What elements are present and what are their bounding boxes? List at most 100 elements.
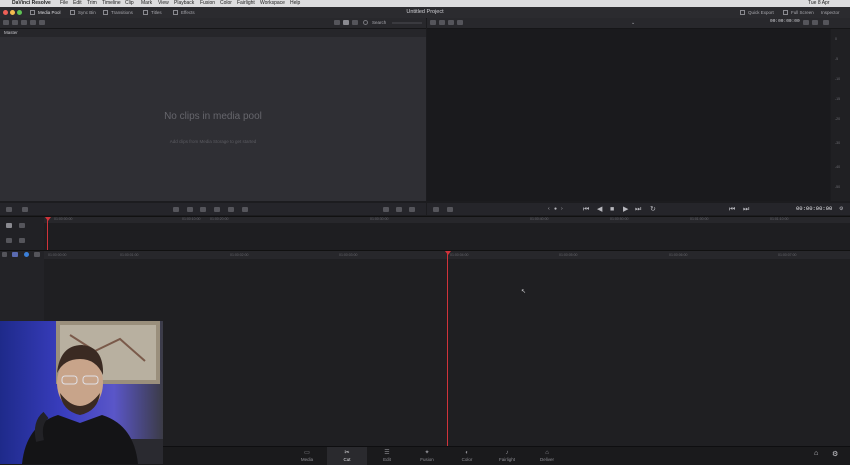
titles-button[interactable]: Titles — [151, 7, 162, 18]
empty-media-pool-title: No clips in media pool — [164, 111, 262, 122]
video-track-icon[interactable] — [12, 252, 18, 257]
upper-playhead-handle[interactable] — [45, 217, 51, 221]
page-fusion[interactable]: ✦ Fusion — [407, 447, 447, 465]
settings-gear-icon[interactable]: ⚙ — [832, 450, 838, 458]
inspector-button[interactable]: Inspector — [821, 7, 840, 18]
media-pool-area[interactable]: No clips in media pool Add clips from Me… — [0, 37, 426, 201]
search-icon[interactable] — [363, 20, 368, 25]
menu-playback[interactable]: Playback — [174, 0, 194, 7]
upper-playhead[interactable] — [47, 219, 48, 250]
lower-playhead-handle[interactable] — [445, 251, 451, 255]
layout-b-icon[interactable] — [396, 207, 402, 212]
audio-icon[interactable] — [823, 20, 829, 25]
safe-area-icon[interactable] — [433, 207, 439, 212]
play-reverse-icon[interactable]: ◀ — [597, 206, 602, 213]
timeline-options-icon[interactable] — [6, 223, 12, 228]
place-on-top-icon[interactable] — [228, 207, 234, 212]
bin-list-icon[interactable] — [39, 20, 45, 25]
go-to-end-icon[interactable]: ⏭ — [635, 206, 641, 213]
page-media[interactable]: ▭ Media — [287, 447, 327, 465]
media-pool-icon — [30, 10, 35, 15]
viewer-mode-icon[interactable] — [430, 20, 436, 25]
jog-left-icon[interactable]: ‹ — [548, 206, 550, 213]
full-screen-button[interactable]: Full Screen — [791, 7, 814, 18]
sync-bin-button[interactable]: Sync Bin — [78, 7, 96, 18]
ripple-overwrite-icon[interactable] — [200, 207, 206, 212]
upper-timeline[interactable]: 01:00:00:00 01:00:10:00 01:00:20:00 01:0… — [0, 216, 850, 250]
import-folder-icon[interactable] — [12, 20, 18, 25]
menu-trim[interactable]: Trim — [87, 0, 97, 7]
transitions-button[interactable]: Transitions — [111, 7, 133, 18]
source-overwrite-icon[interactable] — [242, 207, 248, 212]
list-view-icon[interactable] — [334, 20, 340, 25]
source-tape-icon[interactable] — [439, 20, 445, 25]
upper-ruler[interactable]: 01:00:00:00 01:00:10:00 01:00:20:00 01:0… — [44, 217, 850, 223]
viewer-toolbar: ⌄ 00:00:00:00 — [427, 18, 850, 29]
jog-right-icon[interactable]: › — [561, 206, 563, 213]
snap-icon[interactable] — [19, 223, 25, 228]
link-icon[interactable] — [2, 252, 7, 257]
menu-mark[interactable]: Mark — [141, 0, 152, 7]
zoom-dropdown-icon[interactable] — [457, 20, 463, 25]
page-color[interactable]: ◐ Color — [447, 447, 487, 465]
next-clip-icon[interactable]: ⏭ — [743, 206, 749, 213]
menu-timeline[interactable]: Timeline — [102, 0, 121, 7]
menu-view[interactable]: View — [158, 0, 169, 7]
page-edit[interactable]: ☰ Edit — [367, 447, 407, 465]
jog-dot-icon[interactable]: ● — [554, 206, 557, 213]
page-deliver[interactable]: ⌂ Deliver — [527, 447, 567, 465]
metadata-icon[interactable] — [6, 207, 12, 212]
track-lock-icon[interactable] — [34, 252, 40, 257]
chevron-down-icon[interactable]: ⌄ — [631, 18, 635, 29]
loop-icon[interactable]: ↻ — [650, 206, 656, 213]
search-input[interactable]: Search — [372, 18, 386, 28]
menubar-clock: Tue 8 Apr — [808, 0, 830, 6]
menu-fusion[interactable]: Fusion — [200, 0, 215, 7]
menu-fairlight[interactable]: Fairlight — [237, 0, 255, 7]
lower-playhead[interactable] — [447, 253, 448, 447]
scissors-icon[interactable] — [22, 207, 28, 212]
audio-solo-icon[interactable] — [24, 252, 29, 257]
bin-name[interactable]: Master — [0, 30, 18, 35]
append-icon[interactable] — [187, 207, 193, 212]
previous-clip-icon[interactable]: ⏮ — [729, 206, 735, 213]
clip-view-icon[interactable] — [447, 207, 453, 212]
audio-track-icon[interactable] — [19, 238, 25, 243]
stop-icon[interactable]: ■ — [610, 206, 614, 213]
viewer-canvas[interactable] — [427, 29, 830, 201]
layout-c-icon[interactable] — [409, 207, 415, 212]
quick-export-button[interactable]: Quick Export — [748, 7, 774, 18]
sort-icon[interactable] — [352, 20, 358, 25]
menu-help[interactable]: Help — [290, 0, 300, 7]
menu-edit[interactable]: Edit — [73, 0, 82, 7]
close-window-button[interactable] — [3, 10, 8, 15]
menu-clip[interactable]: Clip — [125, 0, 134, 7]
audio-meter: 0 -5 -10 -15 -20 -30 -40 -50 — [831, 29, 850, 201]
import-media-icon[interactable] — [3, 20, 9, 25]
layout-a-icon[interactable] — [383, 207, 389, 212]
menu-color[interactable]: Color — [220, 0, 232, 7]
minimize-window-button[interactable] — [10, 10, 15, 15]
menu-workspace[interactable]: Workspace — [260, 0, 285, 7]
new-timeline-icon[interactable] — [30, 20, 36, 25]
home-icon[interactable]: ⌂ — [814, 450, 818, 457]
menu-file[interactable]: File — [60, 0, 68, 7]
zoom-window-button[interactable] — [17, 10, 22, 15]
zoom-slider[interactable] — [392, 22, 422, 24]
thumbnail-view-icon[interactable] — [343, 20, 349, 25]
media-pool-button[interactable]: Media Pool — [38, 7, 61, 18]
page-fairlight[interactable]: ♪ Fairlight — [487, 447, 527, 465]
effects-button[interactable]: Effects — [181, 7, 195, 18]
fullscreen-viewer-icon[interactable] — [812, 20, 818, 25]
menu-app-name[interactable]: DaVinci Resolve — [12, 0, 51, 7]
timeline-viewer-icon[interactable] — [448, 20, 454, 25]
close-up-icon[interactable] — [214, 207, 220, 212]
viewer-options-icon[interactable] — [803, 20, 809, 25]
play-icon[interactable]: ▶ — [623, 206, 628, 213]
go-to-start-icon[interactable]: ⏮ — [583, 206, 589, 213]
page-cut[interactable]: ✂ Cut — [327, 447, 367, 465]
smart-insert-icon[interactable] — [173, 207, 179, 212]
new-bin-icon[interactable] — [21, 20, 27, 25]
viewer-settings-icon[interactable]: ⚙ — [839, 206, 843, 213]
track-height-icon[interactable] — [6, 238, 12, 243]
